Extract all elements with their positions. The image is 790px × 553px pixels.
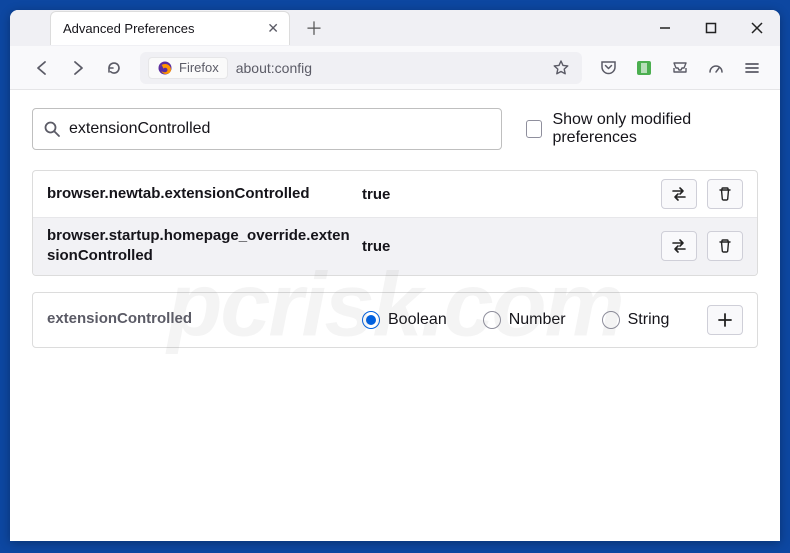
inbox-icon[interactable]: [664, 52, 696, 84]
radio-label: Boolean: [388, 311, 447, 329]
search-icon: [43, 120, 61, 138]
radio-string[interactable]: String: [602, 311, 670, 329]
extension-icon[interactable]: [628, 52, 660, 84]
search-input[interactable]: [69, 120, 491, 138]
toggle-button[interactable]: [661, 179, 697, 209]
tab-title: Advanced Preferences: [63, 21, 267, 36]
identity-label: Firefox: [179, 60, 219, 75]
close-window-button[interactable]: [734, 10, 780, 46]
checkbox-icon: [526, 120, 542, 138]
new-tab-button[interactable]: ＋: [300, 15, 328, 41]
pref-name: browser.newtab.extensionControlled: [47, 184, 362, 204]
radio-label: Number: [509, 311, 566, 329]
pref-name: browser.startup.homepage_override.extens…: [47, 226, 362, 267]
table-row: browser.newtab.extensionControlled true: [33, 171, 757, 218]
reload-button[interactable]: [98, 52, 130, 84]
page-content: pcrisk.com Show only modified preference…: [10, 90, 780, 541]
maximize-button[interactable]: [688, 10, 734, 46]
table-row: browser.startup.homepage_override.extens…: [33, 218, 757, 275]
firefox-icon: [157, 60, 173, 76]
window-controls: [642, 10, 780, 46]
url-bar[interactable]: Firefox: [140, 52, 582, 84]
new-pref-name: extensionControlled: [47, 309, 362, 329]
pocket-icon[interactable]: [592, 52, 624, 84]
forward-button[interactable]: [62, 52, 94, 84]
delete-button[interactable]: [707, 231, 743, 261]
back-button[interactable]: [26, 52, 58, 84]
menu-button[interactable]: [736, 52, 768, 84]
radio-label: String: [628, 311, 670, 329]
bookmark-star-icon[interactable]: [548, 52, 574, 84]
identity-box[interactable]: Firefox: [148, 57, 228, 79]
type-radios: Boolean Number String: [362, 311, 707, 329]
close-icon[interactable]: ✕: [267, 20, 279, 37]
browser-tab[interactable]: Advanced Preferences ✕: [50, 11, 290, 45]
minimize-button[interactable]: [642, 10, 688, 46]
radio-boolean[interactable]: Boolean: [362, 311, 447, 329]
url-input[interactable]: [236, 60, 548, 76]
pref-value: true: [362, 238, 661, 255]
toolbar: Firefox: [10, 46, 780, 90]
radio-number[interactable]: Number: [483, 311, 566, 329]
prefs-table: browser.newtab.extensionControlled true …: [32, 170, 758, 276]
add-button[interactable]: [707, 305, 743, 335]
show-modified-label: Show only modified preferences: [552, 111, 758, 147]
search-row: Show only modified preferences: [32, 108, 758, 150]
show-modified-checkbox[interactable]: Show only modified preferences: [526, 111, 758, 147]
pref-value: true: [362, 186, 661, 203]
toggle-button[interactable]: [661, 231, 697, 261]
speed-icon[interactable]: [700, 52, 732, 84]
delete-button[interactable]: [707, 179, 743, 209]
titlebar: Advanced Preferences ✕ ＋: [10, 10, 780, 46]
search-box[interactable]: [32, 108, 502, 150]
new-pref-row: extensionControlled Boolean Number Strin…: [32, 292, 758, 348]
browser-window: Advanced Preferences ✕ ＋: [10, 10, 780, 541]
